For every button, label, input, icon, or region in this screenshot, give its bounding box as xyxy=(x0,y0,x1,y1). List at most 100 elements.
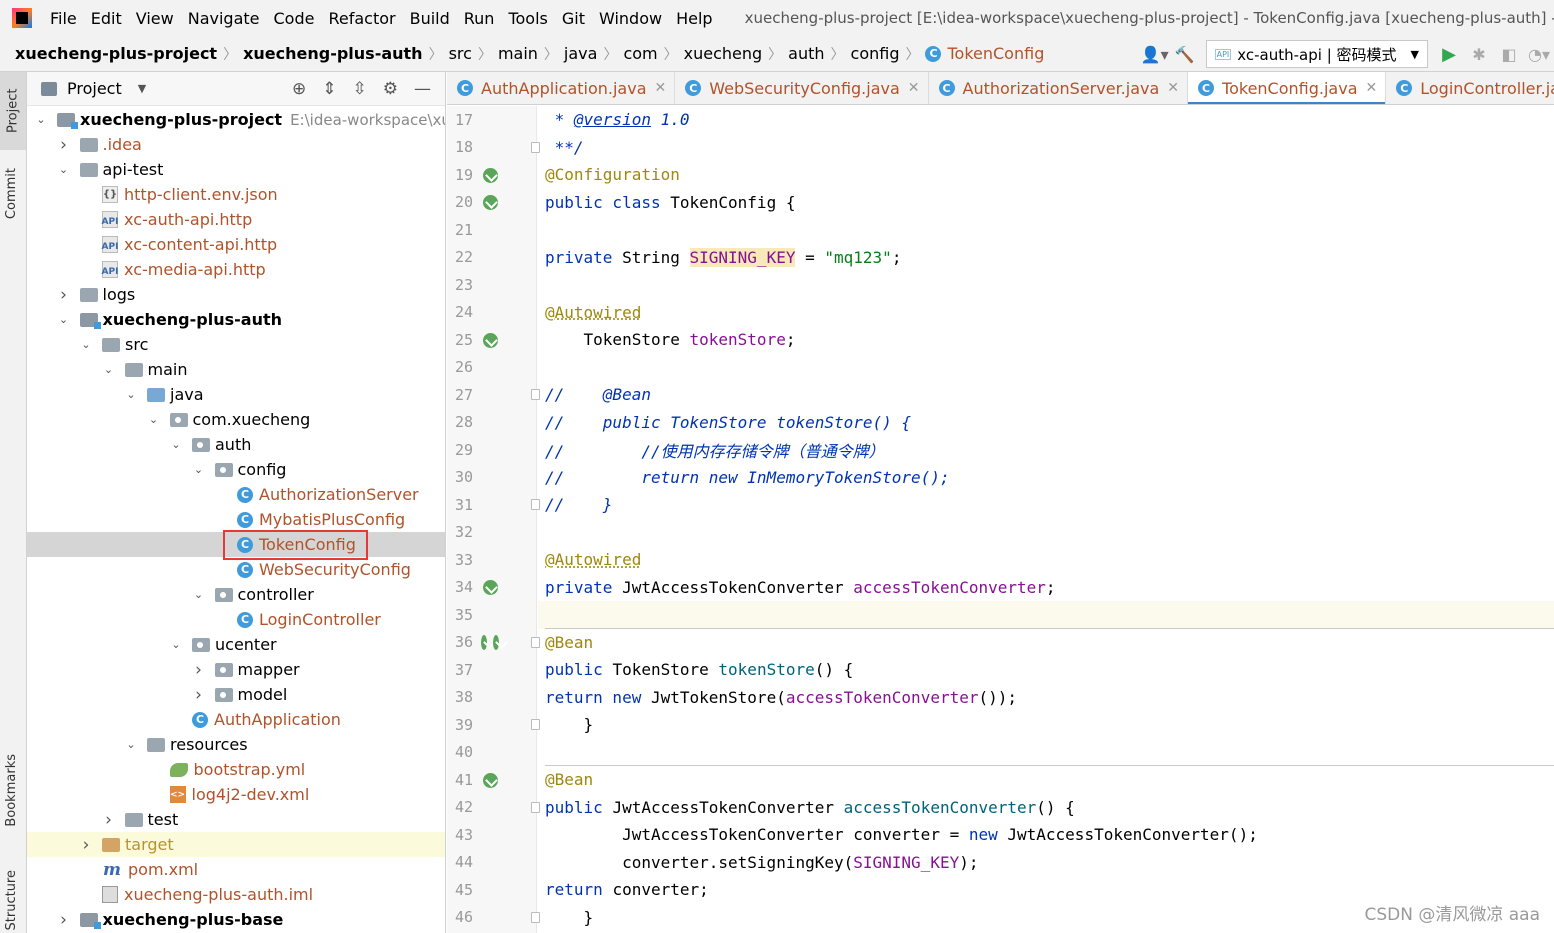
chevron-down-icon[interactable]: ⌄ xyxy=(80,338,92,351)
gear-icon[interactable]: ⚙ xyxy=(383,79,398,99)
chevron-down-icon[interactable]: ⌄ xyxy=(148,413,160,426)
spring-bean-gutter-icon[interactable] xyxy=(481,771,499,789)
menu-window[interactable]: Window xyxy=(599,9,662,28)
menu-file[interactable]: File xyxy=(50,9,77,28)
code-line[interactable]: converter.setSigningKey(SIGNING_KEY); xyxy=(538,849,1554,877)
spring-bean-gutter-icon[interactable] xyxy=(481,634,499,652)
close-icon[interactable]: ✕ xyxy=(908,80,920,96)
code-line[interactable]: public class TokenConfig { xyxy=(538,189,1554,217)
menu-view[interactable]: View xyxy=(136,9,174,28)
chevron-down-icon[interactable]: ⌄ xyxy=(170,438,182,451)
editor-tab-tokenconfig-java[interactable]: C TokenConfig.java ✕ xyxy=(1188,72,1387,104)
chevron-down-icon[interactable]: ⌄ xyxy=(125,388,137,401)
breadcrumb-project[interactable]: xuecheng-plus-project xyxy=(0,44,223,63)
tree-item-xc-content-api-http[interactable]: API xc-content-api.http xyxy=(27,232,445,257)
chevron-down-icon[interactable]: ▼ xyxy=(138,82,146,95)
code-line[interactable]: @Bean xyxy=(538,629,1554,657)
menu-build[interactable]: Build xyxy=(410,9,450,28)
breadcrumb-auth[interactable]: auth xyxy=(782,44,830,63)
expand-all-icon[interactable]: ⇕ xyxy=(322,79,336,99)
project-panel-title[interactable]: Project xyxy=(67,79,122,98)
tree-item-mapper[interactable]: › mapper xyxy=(27,657,445,682)
structure-tool-tab[interactable]: Structure xyxy=(4,870,19,930)
spring-bean-gutter-icon[interactable] xyxy=(481,331,499,349)
editor-tab-authapplication-java[interactable]: C AuthApplication.java ✕ xyxy=(447,72,676,104)
breadcrumb-module[interactable]: xuecheng-plus-auth xyxy=(237,44,429,63)
chevron-right-icon[interactable]: › xyxy=(58,135,70,155)
commit-tool-tab[interactable]: Commit xyxy=(4,168,19,219)
code-line[interactable]: // } xyxy=(538,491,1554,519)
breadcrumb-src[interactable]: src xyxy=(443,44,478,63)
locate-icon[interactable]: ⊕ xyxy=(292,79,306,99)
code-line[interactable]: private JwtAccessTokenConverter accessTo… xyxy=(538,574,1554,602)
tree-item-com-xuecheng[interactable]: ⌄ com.xuecheng xyxy=(27,407,445,432)
close-icon[interactable]: ✕ xyxy=(1366,80,1378,96)
tree-item-resources[interactable]: ⌄ resources xyxy=(27,732,445,757)
menu-git[interactable]: Git xyxy=(562,9,585,28)
code-line[interactable]: @Bean xyxy=(538,766,1554,794)
menu-edit[interactable]: Edit xyxy=(91,9,122,28)
breadcrumb-java[interactable]: java xyxy=(558,44,604,63)
run-configuration-select[interactable]: API xc-auth-api | 密码模式 ▼ xyxy=(1205,40,1428,68)
minimize-icon[interactable]: — xyxy=(414,79,431,99)
breadcrumb-tokenconfig[interactable]: C TokenConfig xyxy=(919,44,1050,63)
chevron-right-icon[interactable]: › xyxy=(58,910,70,930)
chevron-right-icon[interactable]: › xyxy=(193,685,205,705)
tree-item-config[interactable]: ⌄ config xyxy=(27,457,445,482)
collapse-all-icon[interactable]: ⇳ xyxy=(353,79,367,99)
code-line[interactable]: public JwtAccessTokenConverter accessTok… xyxy=(538,794,1554,822)
tree-item-test[interactable]: › test xyxy=(27,807,445,832)
tree-item-java[interactable]: ⌄ java xyxy=(27,382,445,407)
editor-tab-logincontroller-java[interactable]: CLoginController.java✕ xyxy=(1386,72,1554,104)
chevron-right-icon[interactable]: › xyxy=(103,810,115,830)
chevron-down-icon[interactable]: ⌄ xyxy=(58,163,70,176)
tree-item-xuecheng-plus-auth[interactable]: ⌄ xuecheng-plus-auth xyxy=(27,307,445,332)
tree-item-bootstrap-yml[interactable]: bootstrap.yml xyxy=(27,757,445,782)
chevron-down-icon[interactable]: ⌄ xyxy=(58,313,70,326)
spring-bean-gutter-icon[interactable] xyxy=(481,579,499,597)
editor-tab-authorizationserver-java[interactable]: C AuthorizationServer.java ✕ xyxy=(929,72,1189,104)
tree-item-authapplication[interactable]: C AuthApplication xyxy=(27,707,445,732)
menu-refactor[interactable]: Refactor xyxy=(328,9,395,28)
tree-item-authorizationserver[interactable]: C AuthorizationServer xyxy=(27,482,445,507)
chevron-down-icon[interactable]: ⌄ xyxy=(35,113,47,126)
tree-item-http-client-env-json[interactable]: {} http-client.env.json xyxy=(27,182,445,207)
code-line[interactable]: // @Bean xyxy=(538,381,1554,409)
code-line[interactable]: @Autowired xyxy=(538,299,1554,327)
tree-item-websecurityconfig[interactable]: C WebSecurityConfig xyxy=(27,557,445,582)
code-line[interactable]: private String SIGNING_KEY = "mq123"; xyxy=(538,244,1554,272)
tree-item-xc-auth-api-http[interactable]: API xc-auth-api.http xyxy=(27,207,445,232)
chevron-down-icon[interactable]: ⌄ xyxy=(125,738,137,751)
spring-bean-gutter-icon[interactable] xyxy=(481,194,499,212)
code-line[interactable]: return new JwtTokenStore(accessTokenConv… xyxy=(538,684,1554,712)
tree-item-xuecheng-plus-project[interactable]: ⌄ xuecheng-plus-project E:\idea-workspace\… xyxy=(27,107,445,132)
close-icon[interactable]: ✕ xyxy=(1167,80,1179,96)
tree-item-idea[interactable]: › .idea xyxy=(27,132,445,157)
breadcrumb-xuecheng[interactable]: xuecheng xyxy=(678,44,769,63)
tree-item-src[interactable]: ⌄ src xyxy=(27,332,445,357)
tree-item-logincontroller[interactable]: C LoginController xyxy=(27,607,445,632)
build-hammer-icon[interactable]: 🔨 xyxy=(1172,41,1198,67)
code-line[interactable]: TokenStore tokenStore; xyxy=(538,326,1554,354)
tree-item-pom-xml[interactable]: m pom.xml xyxy=(27,857,445,882)
tree-item-ucenter[interactable]: ⌄ ucenter xyxy=(27,632,445,657)
tree-item-model[interactable]: › model xyxy=(27,682,445,707)
chevron-down-icon[interactable]: ⌄ xyxy=(193,588,205,601)
code-line[interactable]: } xyxy=(538,711,1554,739)
profile-icon[interactable]: ◔▾ xyxy=(1526,41,1552,67)
code-line[interactable]: @Autowired xyxy=(538,546,1554,574)
chevron-right-icon[interactable]: › xyxy=(80,835,92,855)
menu-navigate[interactable]: Navigate xyxy=(188,9,260,28)
run-icon[interactable]: ▶ xyxy=(1436,41,1462,67)
code-line[interactable] xyxy=(538,271,1554,299)
tree-item-tokenconfig[interactable]: C TokenConfig xyxy=(27,532,445,557)
chevron-right-icon[interactable]: › xyxy=(58,285,70,305)
tree-item-auth[interactable]: ⌄ auth xyxy=(27,432,445,457)
menu-help[interactable]: Help xyxy=(676,9,712,28)
code-line[interactable]: // return new InMemoryTokenStore(); xyxy=(538,464,1554,492)
code-line[interactable]: // //使用内存存储令牌（普通令牌） xyxy=(538,436,1554,464)
chevron-down-icon[interactable]: ⌄ xyxy=(193,463,205,476)
chevron-right-icon[interactable]: › xyxy=(193,660,205,680)
code-view[interactable]: * @version 1.0 **/@Configuration public c… xyxy=(538,106,1554,933)
coverage-icon[interactable]: ◧ xyxy=(1496,41,1522,67)
